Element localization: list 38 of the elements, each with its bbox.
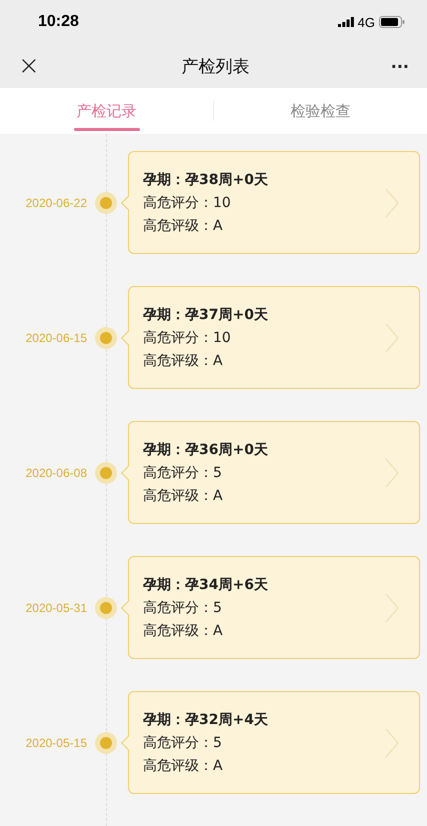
record-date: 2020-05-15: [24, 736, 87, 750]
record-grade: 高危评级：A: [143, 352, 224, 370]
timeline-dot-icon: [95, 596, 117, 619]
record-grade: 高危评级：A: [143, 486, 224, 505]
record-score: 高危评分：5: [143, 734, 223, 752]
status-time: 10:28: [38, 13, 79, 32]
record-score: 高危评分：10: [143, 194, 232, 212]
record-score: 高危评分：5: [143, 598, 223, 617]
record-period: 孕期：孕34周+6天: [143, 576, 268, 594]
record-date: 2020-06-22: [24, 196, 87, 210]
network-label: 4G: [358, 14, 375, 30]
record-period: 孕期：孕38周+0天: [143, 170, 268, 189]
record-score: 高危评分：5: [143, 464, 223, 482]
chevron-right-icon: [385, 592, 399, 623]
chevron-right-icon: [385, 188, 399, 218]
record-period: 孕期：孕32周+4天: [143, 710, 268, 729]
record-period: 孕期：孕37周+0天: [143, 306, 268, 324]
timeline-dot-icon: [95, 732, 117, 754]
record-grade: 高危评级：A: [143, 622, 224, 640]
signal-icon: [338, 17, 354, 28]
timeline-dot-icon: [95, 326, 117, 349]
record-date: 2020-05-31: [24, 600, 87, 615]
page-title: 产检列表: [181, 56, 250, 78]
chevron-right-icon: [385, 728, 399, 758]
record-period: 孕期：孕36周+0天: [143, 440, 268, 459]
record-grade: 高危评级：A: [143, 216, 224, 235]
record-grade: 高危评级：A: [143, 756, 224, 775]
more-button[interactable]: ···: [390, 56, 409, 76]
battery-icon: [379, 16, 405, 28]
timeline-dot-icon: [95, 192, 117, 214]
chevron-right-icon: [385, 322, 399, 353]
record-date: 2020-06-15: [24, 330, 87, 345]
timeline-dot-icon: [95, 462, 117, 484]
record-date: 2020-06-08: [24, 466, 87, 480]
close-button[interactable]: ×: [18, 53, 40, 80]
record-score: 高危评分：10: [143, 328, 232, 347]
chevron-right-icon: [385, 458, 399, 488]
tab[interactable]: 检验检查: [214, 92, 427, 131]
